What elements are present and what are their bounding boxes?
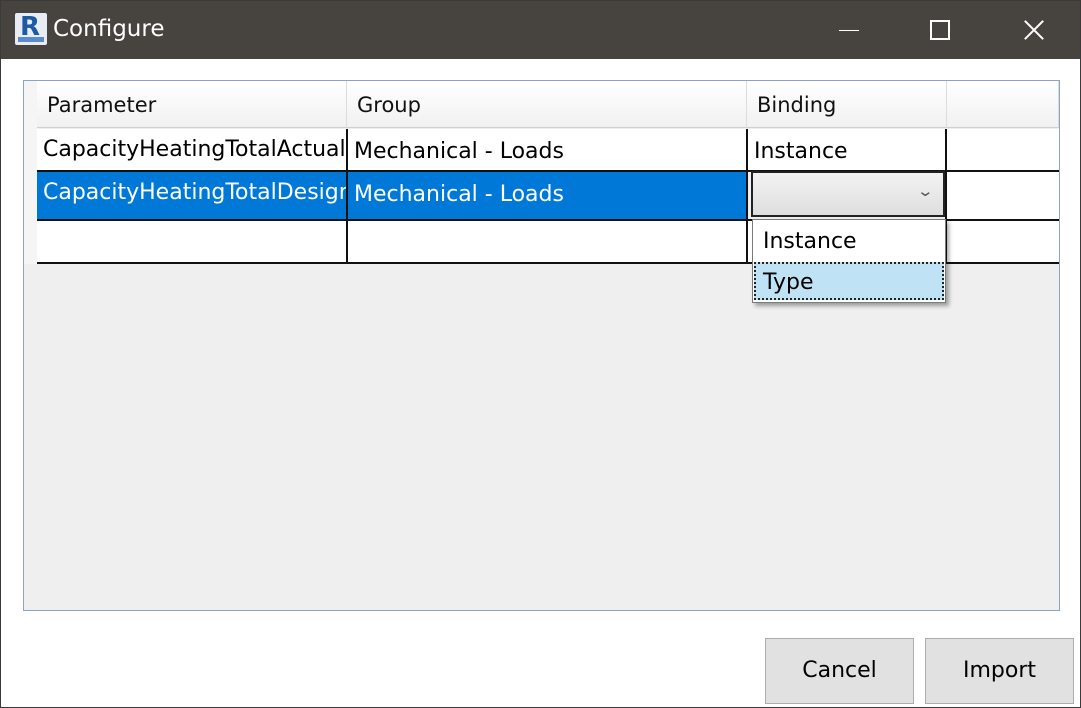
column-header-group[interactable]: Group	[347, 81, 747, 128]
parameter-grid[interactable]: Parameter Group Binding CapacityHeatingT…	[23, 80, 1060, 611]
minimize-button[interactable]	[804, 1, 896, 59]
grid-header-row: Parameter Group Binding	[37, 81, 1059, 129]
cell-binding-row-1[interactable]: Instance	[748, 129, 945, 170]
maximize-button[interactable]	[894, 1, 986, 59]
cell-filler-row-1	[947, 129, 1059, 170]
cell-filler-row-2	[947, 172, 1059, 219]
cell-filler-row-3	[947, 221, 1059, 262]
chevron-down-icon: ⌄	[916, 182, 935, 200]
cell-group-row-2[interactable]: Mechanical - Loads	[348, 172, 746, 219]
maximize-icon	[930, 20, 950, 40]
cell-parameter-row-3[interactable]	[37, 221, 347, 262]
cancel-button[interactable]: Cancel	[765, 638, 914, 704]
window-title: Configure	[53, 16, 165, 42]
dropdown-option-type[interactable]: Type	[754, 262, 944, 300]
row-header-strip	[24, 81, 37, 264]
cell-parameter-row-2[interactable]: CapacityHeatingTotalDesign	[37, 172, 347, 219]
binding-dropdown-list: Instance Type	[752, 219, 946, 303]
column-header-parameter[interactable]: Parameter	[37, 81, 347, 128]
close-button[interactable]	[986, 1, 1078, 59]
grid-line	[346, 129, 348, 264]
revit-app-icon: R	[15, 12, 47, 45]
column-header-binding[interactable]: Binding	[747, 81, 947, 128]
cell-group-row-3[interactable]	[348, 221, 746, 262]
cell-parameter-row-1[interactable]: CapacityHeatingTotalActual	[37, 129, 347, 170]
grid-line	[746, 129, 748, 264]
configure-window: R Configure Parameter Group Binding Capa…	[0, 0, 1081, 708]
title-bar[interactable]: R Configure	[1, 1, 1080, 59]
minimize-icon	[839, 30, 859, 31]
cell-group-row-1[interactable]: Mechanical - Loads	[348, 129, 746, 170]
column-header-filler	[947, 81, 1059, 128]
dropdown-option-instance[interactable]: Instance	[754, 221, 944, 259]
import-button[interactable]: Import	[925, 638, 1074, 704]
